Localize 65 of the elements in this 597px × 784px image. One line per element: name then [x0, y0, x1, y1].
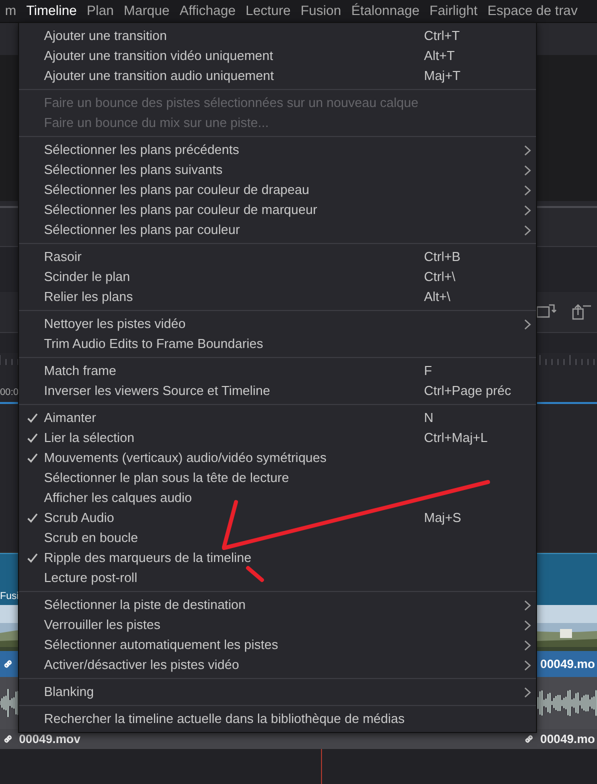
- menu-item[interactable]: Trim Audio Edits to Frame Boundaries: [19, 334, 536, 354]
- menu-item[interactable]: Aimanter N: [19, 408, 536, 428]
- chevron-right-icon: [524, 620, 531, 630]
- menu-item[interactable]: Afficher les calques audio: [19, 488, 536, 508]
- check-icon: [27, 553, 38, 563]
- menu-item[interactable]: Match frame F: [19, 361, 536, 381]
- menu-item[interactable]: Lecture post-roll: [19, 568, 536, 588]
- overwrite-clip-icon[interactable]: [571, 302, 593, 322]
- menu-item[interactable]: Relier les plans Alt+\: [19, 287, 536, 307]
- menu-item[interactable]: Activer/désactiver les pistes vidéo: [19, 655, 536, 675]
- menu-bar-item[interactable]: Lecture: [240, 0, 296, 22]
- menu-item[interactable]: Sélectionner automatiquement les pistes: [19, 635, 536, 655]
- link-icon: [2, 658, 14, 670]
- menu-bar-item[interactable]: m: [0, 0, 22, 22]
- menu-item[interactable]: Scinder le plan Ctrl+\: [19, 267, 536, 287]
- chevron-right-icon: [524, 204, 531, 216]
- menu-item[interactable]: Ripple des marqueurs de la timeline: [19, 548, 536, 568]
- menu-item[interactable]: Rechercher la timeline actuelle dans la bibliothèque de médias: [19, 709, 536, 729]
- menu-bar-item[interactable]: Fairlight: [424, 0, 483, 22]
- menu-item[interactable]: Ajouter une transition Ctrl+T: [19, 26, 536, 46]
- menu-item[interactable]: Verrouiller les pistes: [19, 615, 536, 635]
- menu-item[interactable]: Rasoir Ctrl+B: [19, 247, 536, 267]
- menu-item[interactable]: Sélectionner le plan sous la tête de lecture: [19, 468, 536, 488]
- menu-item[interactable]: Nettoyer les pistes vidéo: [19, 314, 536, 334]
- chevron-right-icon: [524, 144, 531, 156]
- menu-bar-item[interactable]: Espace de trav: [482, 0, 583, 22]
- menu-item[interactable]: Sélectionner les plans par couleur de marqueur: [19, 200, 536, 220]
- chevron-right-icon: [524, 686, 531, 698]
- chevron-right-icon: [524, 660, 531, 670]
- menu-item[interactable]: Sélectionner les plans précédents: [19, 140, 536, 160]
- check-icon: [27, 453, 38, 463]
- menu-item[interactable]: Scrub Audio Maj+S: [19, 508, 536, 528]
- menu-item[interactable]: Sélectionner les plans par couleur de drapeau: [19, 180, 536, 200]
- menu-item[interactable]: Ajouter une transition vidéo uniquement Alt+T: [19, 46, 536, 66]
- timecode: 00:0: [0, 387, 18, 398]
- check-icon: [27, 413, 38, 423]
- menu-item[interactable]: Sélectionner les plans par couleur: [19, 220, 536, 240]
- menu-bar-item[interactable]: Plan: [82, 0, 119, 22]
- menu-bar-item[interactable]: Marque: [118, 0, 175, 22]
- chevron-right-icon: [524, 640, 531, 650]
- menu-item[interactable]: Sélectionner la piste de destination: [19, 595, 536, 615]
- menu-item[interactable]: Blanking: [19, 682, 536, 702]
- menu-item[interactable]: Lier la sélection Ctrl+Maj+L: [19, 428, 536, 448]
- menu-item[interactable]: Ajouter une transition audio uniquement Maj+T: [19, 66, 536, 86]
- chevron-right-icon: [524, 184, 531, 196]
- clip-name: 00049.mov: [19, 732, 80, 746]
- link-icon: [523, 733, 536, 745]
- chevron-right-icon: [524, 224, 531, 236]
- chevron-right-icon: [524, 164, 531, 176]
- clip-name: 00049.mo: [540, 732, 595, 746]
- clip-name: 00049.mo: [540, 657, 595, 671]
- menu-bar-item[interactable]: Étalonnage: [346, 0, 424, 22]
- check-icon: [27, 433, 38, 443]
- clip-title: Fusi: [0, 591, 19, 602]
- menu-item[interactable]: Inverser les viewers Source et Timeline Ctrl+Page préc: [19, 381, 536, 401]
- link-icon: [2, 733, 14, 745]
- menu-bar-item[interactable]: Affichage: [174, 0, 241, 22]
- check-icon: [27, 513, 38, 523]
- chevron-right-icon: [524, 318, 531, 330]
- menu-item[interactable]: Scrub en boucle: [19, 528, 536, 548]
- menu-item[interactable]: Sélectionner les plans suivants: [19, 160, 536, 180]
- chevron-right-icon: [524, 600, 531, 610]
- menu-item[interactable]: Mouvements (verticaux) audio/vidéo symétriques: [19, 448, 536, 468]
- menu-bar-item[interactable]: Timeline: [21, 0, 82, 22]
- menu-bar-item[interactable]: Fusion: [296, 0, 346, 22]
